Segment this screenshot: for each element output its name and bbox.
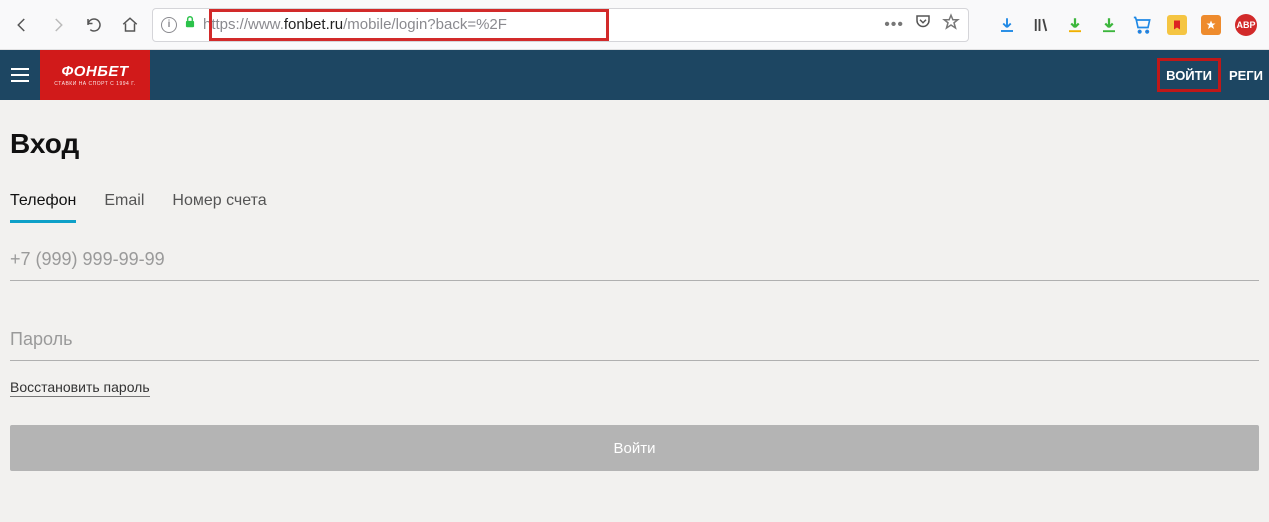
lock-icon: [183, 15, 197, 34]
logo-tagline: СТАВКИ НА СПОРТ С 1994 Г.: [54, 81, 135, 87]
bookmark-star-icon[interactable]: [942, 13, 960, 36]
url-prefix: https://www.: [203, 16, 284, 33]
reload-button[interactable]: [80, 11, 108, 39]
forward-button[interactable]: [44, 11, 72, 39]
login-highlight-box: ВОЙТИ: [1157, 58, 1221, 92]
url-bar[interactable]: i https://www.fonbet.ru/mobile/login?bac…: [152, 8, 969, 42]
phone-field[interactable]: [10, 239, 1259, 281]
url-domain: fonbet.ru: [284, 16, 343, 33]
star-badge-icon[interactable]: [1201, 15, 1221, 35]
page-content: Вход Телефон Email Номер счета Восстанов…: [0, 100, 1269, 522]
download-green2-icon[interactable]: [1099, 15, 1119, 35]
submit-button[interactable]: Войти: [10, 425, 1259, 471]
password-field[interactable]: [10, 319, 1259, 361]
recover-password-link[interactable]: Восстановить пароль: [10, 379, 150, 397]
page-actions-icon[interactable]: •••: [884, 16, 904, 34]
logo[interactable]: ФОНБЕТ СТАВКИ НА СПОРТ С 1994 Г.: [40, 50, 150, 100]
library-icon[interactable]: [1031, 15, 1051, 35]
back-button[interactable]: [8, 11, 36, 39]
browser-toolbar: i https://www.fonbet.ru/mobile/login?bac…: [0, 0, 1269, 50]
tab-phone[interactable]: Телефон: [10, 192, 76, 223]
extension-icons: ABP: [977, 14, 1261, 36]
info-icon[interactable]: i: [161, 17, 177, 33]
abp-icon[interactable]: ABP: [1235, 14, 1257, 36]
bookmark-flag-icon[interactable]: [1167, 15, 1187, 35]
home-button[interactable]: [116, 11, 144, 39]
header-spacer: [150, 50, 1157, 100]
tab-account[interactable]: Номер счета: [172, 192, 266, 223]
site-header: ФОНБЕТ СТАВКИ НА СПОРТ С 1994 Г. ВОЙТИ Р…: [0, 50, 1269, 100]
register-link[interactable]: РЕГИ: [1223, 62, 1269, 89]
header-auth: ВОЙТИ РЕГИ: [1157, 50, 1269, 100]
url-actions: •••: [884, 13, 960, 36]
login-tabs: Телефон Email Номер счета: [10, 192, 1259, 223]
hamburger-icon: [11, 74, 29, 76]
pocket-icon[interactable]: [914, 13, 932, 36]
logo-text: ФОНБЕТ: [62, 63, 129, 80]
cart-icon[interactable]: [1133, 15, 1153, 35]
download-green1-icon[interactable]: [1065, 15, 1085, 35]
tab-email[interactable]: Email: [104, 192, 144, 223]
download-icon[interactable]: [997, 15, 1017, 35]
menu-button[interactable]: [0, 50, 40, 100]
login-link[interactable]: ВОЙТИ: [1160, 62, 1218, 89]
url-text: https://www.fonbet.ru/mobile/login?back=…: [203, 16, 878, 33]
page-title: Вход: [10, 128, 1259, 160]
url-path: /mobile/login?back=%2F: [343, 16, 507, 33]
